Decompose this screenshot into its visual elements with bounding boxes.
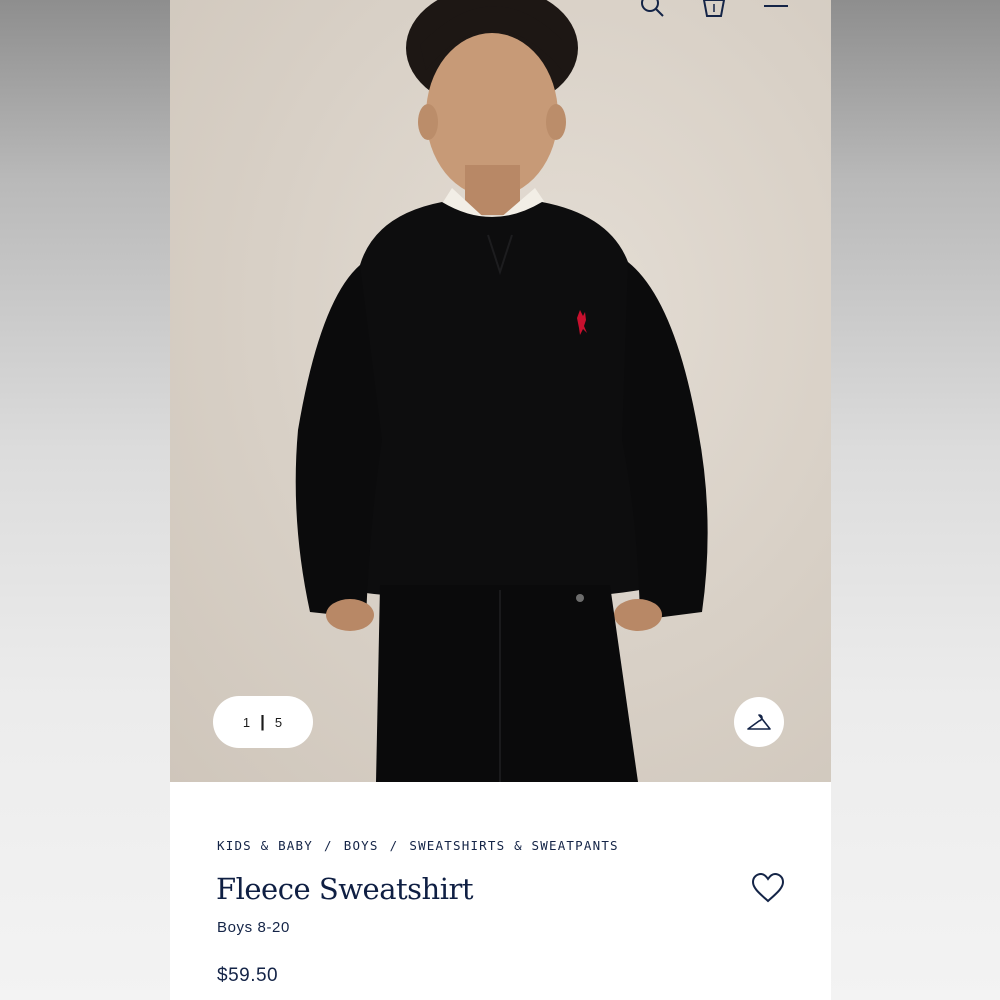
product-subtitle: Boys 8-20 xyxy=(217,919,290,936)
breadcrumb-item-sweatshirts[interactable]: SWEATSHIRTS & SWEATPANTS xyxy=(409,838,618,853)
product-photo xyxy=(295,0,708,782)
breadcrumb-separator: / xyxy=(323,838,333,853)
product-image[interactable]: 1 | 5 xyxy=(170,0,831,782)
breadcrumb-separator: / xyxy=(389,838,399,853)
hanger-button[interactable] xyxy=(734,697,784,747)
counter-separator: | xyxy=(260,712,266,731)
product-page: 1 | 5 KIDS & BABY / BOYS / SWEATSHIRTS & SWE… xyxy=(170,0,831,1000)
current-image-number: 1 xyxy=(242,714,252,730)
hanger-icon xyxy=(747,714,771,730)
product-price: $59.50 xyxy=(217,965,279,986)
shopping-bag-icon[interactable] xyxy=(700,0,728,20)
wishlist-button[interactable] xyxy=(751,872,785,904)
product-title: Fleece Sweatshirt xyxy=(216,872,474,906)
image-counter: 1 | 5 xyxy=(213,696,313,748)
total-images-number: 5 xyxy=(274,714,284,730)
breadcrumb-item-kids-baby[interactable]: KIDS & BABY xyxy=(217,838,313,853)
breadcrumb: KIDS & BABY / BOYS / SWEATSHIRTS & SWEATPANT… xyxy=(217,838,619,853)
menu-icon[interactable] xyxy=(762,0,790,20)
heart-icon xyxy=(751,872,785,903)
search-icon[interactable] xyxy=(638,0,666,20)
breadcrumb-item-boys[interactable]: BOYS xyxy=(344,838,379,853)
